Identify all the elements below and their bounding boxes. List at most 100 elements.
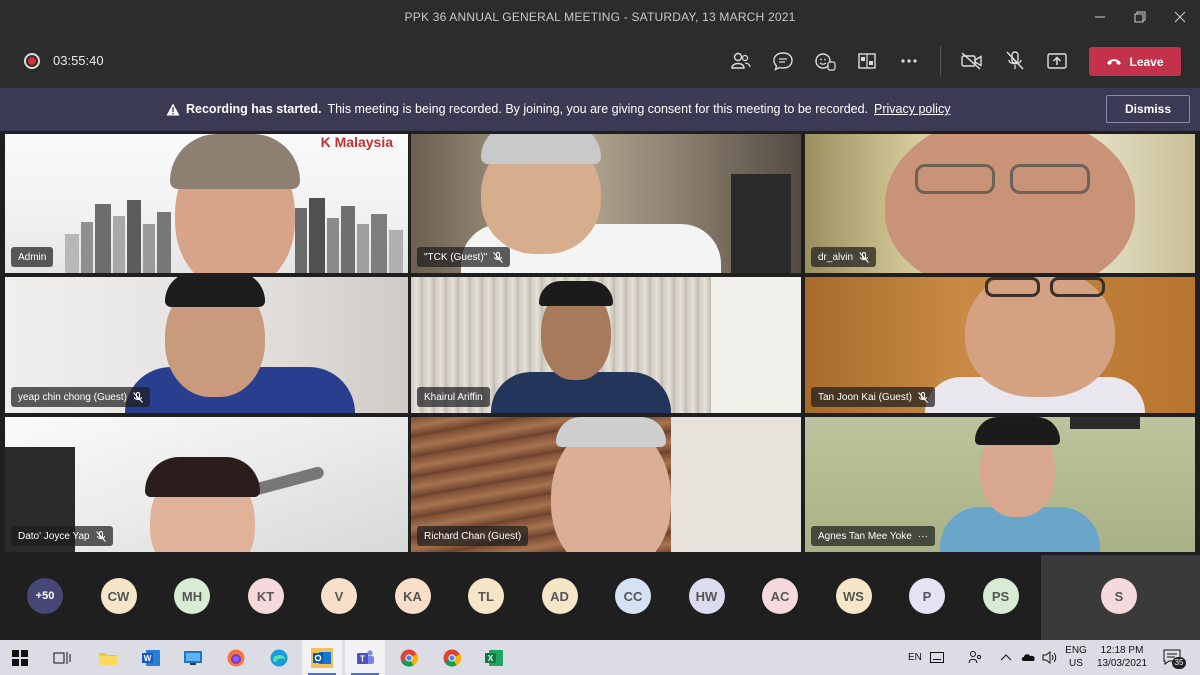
banner-message: This meeting is being recorded. By joini… bbox=[327, 102, 869, 116]
participant-name: dr_alvin bbox=[818, 251, 854, 263]
taskbar-remote-desktop[interactable] bbox=[173, 640, 213, 675]
participant-avatar[interactable]: CC bbox=[615, 578, 651, 614]
glasses bbox=[985, 277, 1040, 297]
more-options-button[interactable] bbox=[897, 49, 921, 73]
minimize-button[interactable] bbox=[1080, 0, 1120, 34]
participant-hair bbox=[170, 134, 300, 189]
participant-avatar[interactable]: WS bbox=[835, 578, 872, 614]
mic-off-icon bbox=[1006, 51, 1024, 70]
taskbar-file-explorer[interactable] bbox=[88, 640, 128, 675]
participant-hair bbox=[556, 417, 666, 447]
folder-icon bbox=[99, 652, 117, 665]
keyboard-icon[interactable] bbox=[930, 652, 944, 663]
input-language-short[interactable]: EN bbox=[908, 651, 922, 664]
close-window-button[interactable] bbox=[1160, 0, 1200, 34]
input-language[interactable]: ENG US bbox=[1064, 644, 1088, 670]
participant-avatar[interactable]: KT bbox=[247, 578, 284, 614]
reactions-button[interactable] bbox=[813, 49, 837, 73]
task-view-button[interactable] bbox=[42, 640, 82, 675]
region-code: US bbox=[1069, 658, 1083, 669]
volume-icon[interactable] bbox=[1042, 651, 1058, 664]
taskbar-outlook[interactable] bbox=[302, 640, 342, 675]
chrome-icon bbox=[443, 649, 462, 667]
firefox-icon bbox=[227, 649, 245, 666]
participants-icon bbox=[731, 52, 751, 69]
mic-toggle-button[interactable] bbox=[1003, 49, 1027, 73]
window-title: PPK 36 ANNUAL GENERAL MEETING - SATURDAY… bbox=[404, 10, 796, 24]
warning-icon bbox=[166, 103, 180, 115]
camera-toggle-button[interactable] bbox=[960, 49, 984, 73]
remote-desktop-icon bbox=[184, 650, 202, 665]
participant-avatar[interactable]: PS bbox=[982, 578, 1019, 614]
more-participants-avatar[interactable]: +50 bbox=[27, 578, 63, 614]
share-screen-button[interactable] bbox=[1045, 49, 1069, 73]
onedrive-icon[interactable] bbox=[1021, 652, 1037, 662]
show-hidden-icons-icon[interactable] bbox=[1000, 653, 1012, 661]
video-tile-tck[interactable]: "TCK (Guest)" bbox=[411, 134, 801, 273]
edge-icon bbox=[270, 649, 288, 666]
restore-button[interactable] bbox=[1120, 0, 1160, 34]
action-center-button[interactable]: 35 bbox=[1162, 647, 1186, 669]
participant-avatar[interactable]: HW bbox=[688, 578, 725, 614]
meeting-toolbar: 03:55:40 Leave bbox=[0, 34, 1200, 88]
participant-name-tag: "TCK (Guest)" bbox=[417, 247, 511, 267]
video-tile-yeap-chin-chong[interactable]: yeap chin chong (Guest) bbox=[5, 277, 408, 413]
participant-avatar[interactable]: AD bbox=[541, 578, 578, 614]
participant-avatar[interactable]: KA bbox=[394, 578, 431, 614]
video-tile-tan-joon-kai[interactable]: Tan Joon Kai (Guest) bbox=[805, 277, 1195, 413]
leave-button[interactable]: Leave bbox=[1089, 47, 1181, 76]
video-tile-khairul-ariffin[interactable]: Khairul Ariffin bbox=[411, 277, 801, 413]
svg-text:W: W bbox=[144, 654, 152, 663]
camera-off-icon bbox=[961, 52, 982, 70]
video-tile-dr-alvin[interactable]: dr_alvin bbox=[805, 134, 1195, 273]
banner-text: Recording has started. This meeting is b… bbox=[166, 102, 950, 116]
wall bbox=[671, 417, 801, 552]
participant-name-tag: Dato' Joyce Yap bbox=[11, 526, 113, 546]
participant-avatar[interactable]: AC bbox=[762, 578, 798, 614]
participant-avatar[interactable]: S bbox=[1101, 578, 1137, 614]
video-tile-dato-joyce-yap[interactable]: Dato' Joyce Yap bbox=[5, 417, 408, 552]
taskbar-chrome-2[interactable] bbox=[432, 640, 472, 675]
taskbar-word[interactable]: W bbox=[131, 640, 171, 675]
participants-button[interactable] bbox=[729, 49, 753, 73]
teams-icon: T bbox=[357, 649, 374, 664]
glasses bbox=[1010, 164, 1090, 194]
close-icon bbox=[1174, 11, 1186, 23]
mic-off-icon bbox=[859, 251, 869, 263]
participant-avatar[interactable]: MH bbox=[174, 578, 210, 614]
participant-avatar[interactable]: CW bbox=[100, 578, 137, 614]
dismiss-button[interactable]: Dismiss bbox=[1106, 95, 1190, 123]
recording-icon bbox=[24, 53, 40, 69]
privacy-policy-link[interactable]: Privacy policy bbox=[874, 102, 950, 116]
language-code: ENG bbox=[1065, 645, 1087, 656]
clock-date: 13/03/2021 bbox=[1096, 658, 1148, 669]
taskbar-firefox[interactable] bbox=[216, 640, 256, 675]
rooms-button[interactable] bbox=[855, 49, 879, 73]
title-bar: PPK 36 ANNUAL GENERAL MEETING - SATURDAY… bbox=[0, 0, 1200, 34]
excel-icon: X bbox=[485, 649, 503, 666]
restore-icon bbox=[1134, 11, 1146, 23]
participant-avatar[interactable]: P bbox=[909, 578, 945, 614]
wall bbox=[711, 277, 801, 413]
participant-avatar[interactable]: V bbox=[321, 578, 357, 614]
chat-button[interactable] bbox=[771, 49, 795, 73]
clock[interactable]: 12:18 PM 13/03/2021 bbox=[1094, 644, 1150, 670]
video-tile-admin[interactable]: K Malaysia Admin bbox=[5, 134, 408, 273]
window-controls bbox=[1080, 0, 1200, 34]
video-tile-agnes-tan-mee-yoke[interactable]: Agnes Tan Mee Yoke ··· bbox=[805, 417, 1195, 552]
taskbar-chrome[interactable] bbox=[389, 640, 429, 675]
taskbar-edge[interactable] bbox=[259, 640, 299, 675]
participant-name: "TCK (Guest)" bbox=[424, 251, 488, 263]
taskbar-teams[interactable]: T bbox=[345, 640, 385, 675]
participant-name-tag: Khairul Ariffin bbox=[417, 387, 490, 407]
reactions-icon bbox=[815, 53, 836, 71]
participant-avatar[interactable]: TL bbox=[468, 578, 504, 614]
taskbar-excel[interactable]: X bbox=[474, 640, 514, 675]
mic-off-icon bbox=[133, 391, 143, 403]
participant-name: Agnes Tan Mee Yoke bbox=[818, 530, 912, 542]
people-icon[interactable] bbox=[968, 650, 982, 665]
participant-name: Richard Chan (Guest) bbox=[424, 530, 522, 542]
start-button[interactable] bbox=[0, 640, 40, 675]
video-tile-richard-chan[interactable]: Richard Chan (Guest) bbox=[411, 417, 801, 552]
participant-more-button[interactable]: ··· bbox=[918, 531, 928, 542]
